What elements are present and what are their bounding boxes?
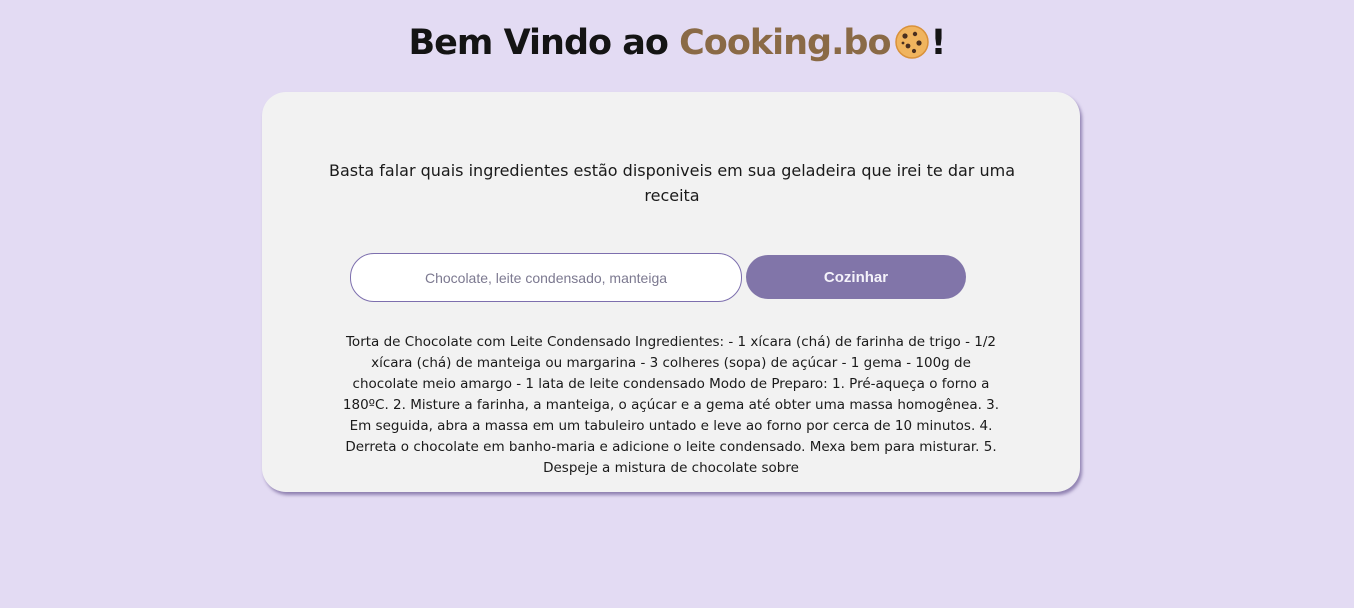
cookie-icon	[894, 25, 929, 59]
page-title: Bem Vindo ao Cooking.bo!	[0, 20, 1354, 66]
recipe-text: Torta de Chocolate com Leite Condensado …	[342, 334, 1000, 476]
recipe-card: Basta falar quais ingredientes estão dis…	[262, 92, 1080, 492]
intro-text: Basta falar quais ingredientes estão dis…	[329, 161, 1015, 205]
brand-name: Cooking.bo	[679, 23, 891, 63]
ingredients-input[interactable]	[350, 253, 742, 302]
title-prefix: Bem Vindo ao	[408, 23, 680, 63]
cook-button[interactable]: Cozinhar	[746, 255, 966, 299]
title-suffix: !	[930, 23, 947, 63]
